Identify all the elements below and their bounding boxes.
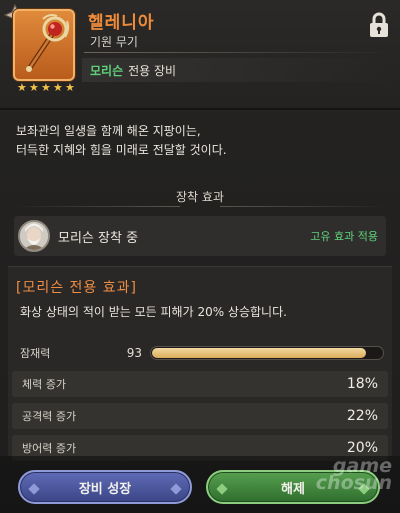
star-icon: ★ [53,81,63,94]
description-line: 터득한 지혜와 힘을 미래로 전달할 것이다. [16,143,227,157]
stat-value: 22% [346,408,378,424]
potential-value: 93 [126,346,142,360]
star-icon: ★ [65,81,75,94]
stat-value: 20% [346,440,378,456]
exclusive-equipment-tag: 모리슨 전용 장비 [82,58,394,82]
equipment-growth-button[interactable]: 장비 성장 [18,470,192,504]
header-divider [0,108,400,110]
item-detail-panel: ★ ★ ★ ★ ★ 헬레니아 기원 무기 모리슨 전용 장비 보좌관의 일생을 … [0,0,400,513]
unequip-button[interactable]: 해제 [206,470,380,504]
exclusive-label: 전용 장비 [128,63,177,78]
hero-portrait-icon [20,222,48,250]
scepter-icon [26,14,70,72]
exclusive-effect-title: [모리슨 전용 효과] [16,280,137,296]
exclusive-effect-box: [모리슨 전용 효과] 화상 상태의 적이 받는 모든 피해가 20% 상승합니… [8,266,392,461]
item-type: 기원 무기 [90,35,138,49]
button-ornament-icon [28,483,40,495]
stat-label: 공격력 증가 [22,410,77,423]
stat-row-hp: 체력 증가 18% [12,371,388,397]
item-description: 보좌관의 일생을 함께 해온 지팡이는, 터득한 지혜와 힘을 미래로 전달할 … [16,122,386,160]
equip-effect-section-header: 장착 효과 [0,186,400,208]
stat-label: 체력 증가 [22,378,66,391]
potential-row: 잠재력 93 [16,343,384,363]
item-icon-frame [13,9,75,81]
potential-bar-fill [152,348,366,358]
exclusive-hero-name: 모리슨 [90,63,124,78]
hero-avatar [18,220,50,252]
potential-label: 잠재력 [20,347,51,360]
divider [84,52,394,53]
equipped-hero-text: 모리슨 장착 중 [58,230,139,246]
section-title: 장착 효과 [176,190,224,204]
stat-value: 18% [346,376,378,392]
stat-label: 방어력 증가 [22,442,77,455]
rarity-stars: ★ ★ ★ ★ ★ [17,82,76,93]
star-icon: ★ [29,81,39,94]
equipped-hero-row: 모리슨 장착 중 고유 효과 적용 [14,216,386,256]
potential-bar [150,346,384,360]
button-ornament-icon [170,483,182,495]
description-line: 보좌관의 일생을 함께 해온 지팡이는, [16,124,201,138]
item-header: ★ ★ ★ ★ ★ 헬레니아 기원 무기 모리슨 전용 장비 [0,0,400,108]
stat-row-attack: 공격력 증가 22% [12,403,388,429]
unique-effect-status: 고유 효과 적용 [310,230,378,243]
star-icon: ★ [41,81,51,94]
button-ornament-icon [358,483,370,495]
exclusive-effect-description: 화상 상태의 적이 받는 모든 피해가 20% 상승합니다. [20,305,287,319]
release-button-label: 해제 [281,481,305,497]
item-name: 헬레니아 [88,13,155,33]
button-ornament-icon [216,483,228,495]
growth-button-label: 장비 성장 [78,481,132,497]
lock-icon[interactable] [368,12,390,38]
star-icon: ★ [17,81,27,94]
action-bar: 장비 성장 해제 [0,456,400,513]
